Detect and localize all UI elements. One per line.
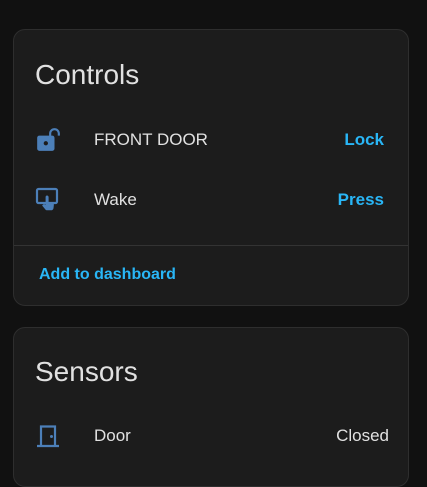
controls-card: Controls FRONT DOOR Lock Wake Press Add …	[13, 29, 409, 306]
sensors-title: Sensors	[35, 356, 138, 387]
door-state: Closed	[336, 426, 389, 445]
press-button[interactable]: Press	[338, 190, 384, 210]
wake-row[interactable]: Wake Press	[14, 180, 408, 220]
door-row[interactable]: Door Closed	[14, 416, 408, 456]
add-to-dashboard-button[interactable]: Add to dashboard	[39, 266, 176, 284]
sensors-card: Sensors Door Closed	[13, 327, 409, 487]
controls-title: Controls	[35, 59, 140, 90]
card-divider	[14, 245, 408, 246]
front-door-label: FRONT DOOR	[94, 130, 208, 149]
door-icon	[35, 423, 61, 449]
gesture-tap-icon	[35, 187, 61, 213]
door-label: Door	[94, 426, 131, 445]
lock-open-icon	[35, 127, 61, 153]
wake-label: Wake	[94, 190, 137, 209]
lock-button[interactable]: Lock	[344, 130, 384, 150]
front-door-row[interactable]: FRONT DOOR Lock	[14, 120, 408, 160]
